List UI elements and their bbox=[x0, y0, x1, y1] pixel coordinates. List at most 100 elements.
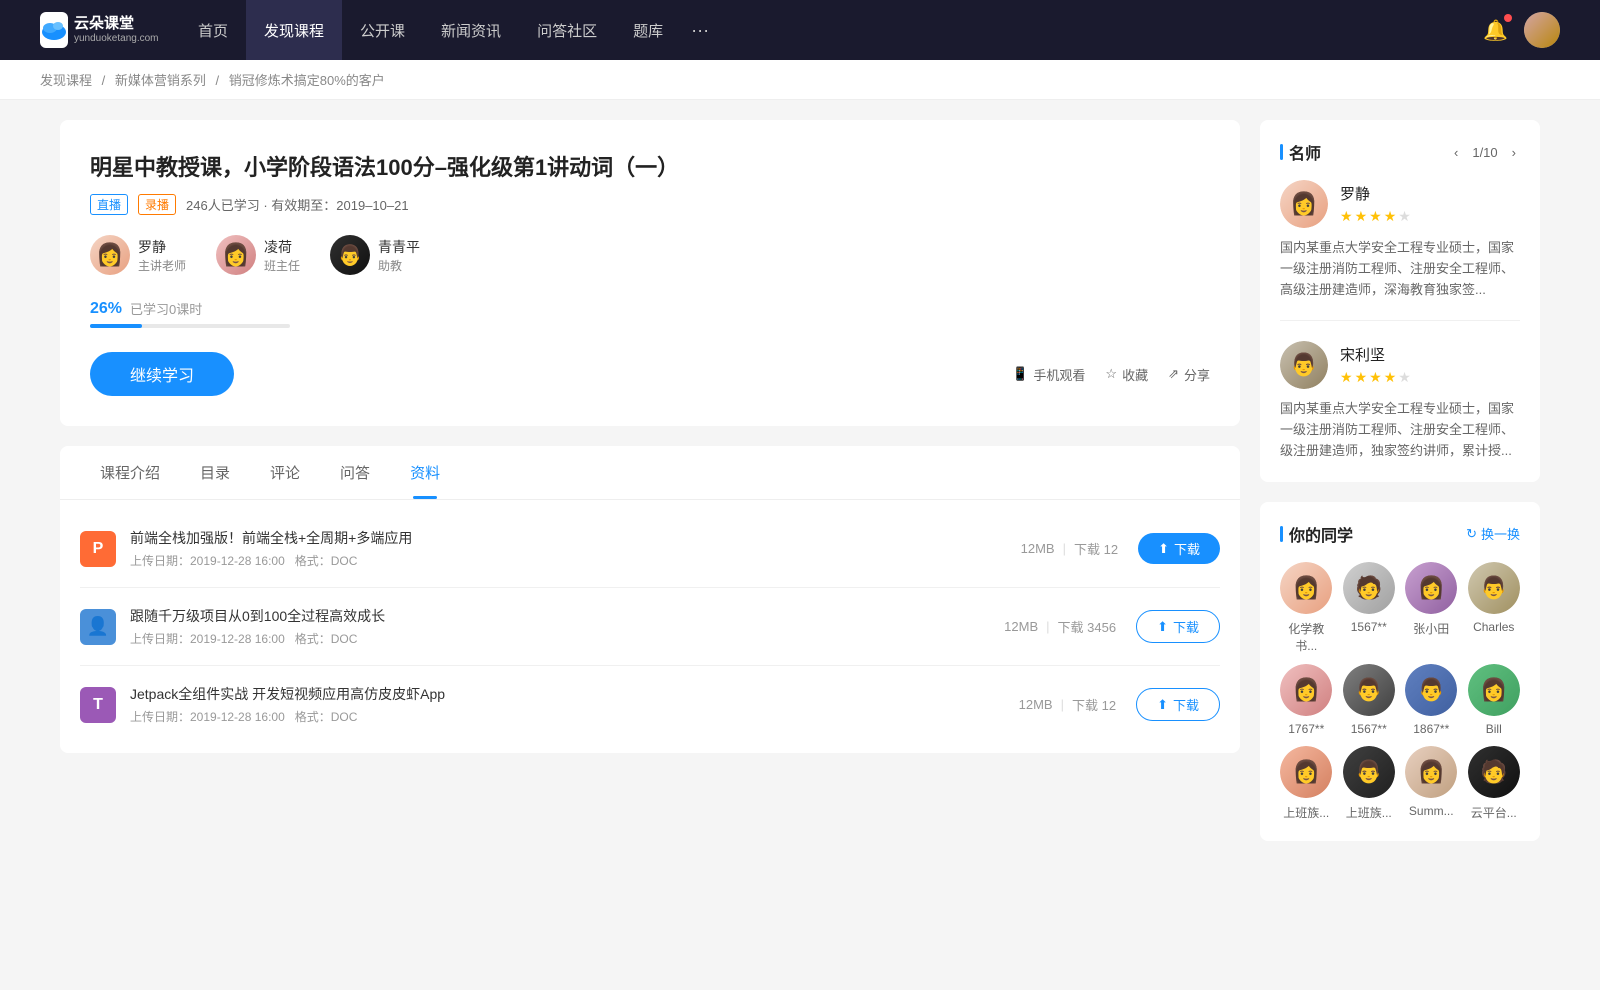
classmate-item[interactable]: 🧑 云平台... bbox=[1468, 746, 1521, 821]
resource-size-3: 12MB bbox=[1019, 697, 1053, 712]
logo[interactable]: 云朵课堂 yunduoketang.com bbox=[40, 10, 150, 50]
tab-intro[interactable]: 课程介绍 bbox=[80, 446, 180, 499]
progress-label: 已学习0课时 bbox=[130, 299, 202, 318]
resource-meta-1: 上传日期：2019-12-28 16:00 格式：DOC bbox=[130, 552, 1021, 569]
nav-qa[interactable]: 问答社区 bbox=[519, 0, 615, 60]
classmate-avatar-11: 🧑 bbox=[1468, 746, 1520, 798]
teacher-role-linhe: 班主任 bbox=[264, 257, 300, 274]
classmate-item[interactable]: 👩 化学教书... bbox=[1280, 562, 1333, 654]
download-button-1[interactable]: ⬆ 下载 bbox=[1138, 533, 1220, 564]
classmate-name-charles: Charles bbox=[1473, 620, 1514, 634]
teachers-pagination: ‹ 1/10 › bbox=[1450, 143, 1520, 162]
tag-live: 直播 bbox=[90, 194, 128, 215]
classmate-item[interactable]: 🧑 1567** bbox=[1343, 562, 1396, 654]
classmate-avatar-0: 👩 bbox=[1280, 562, 1332, 614]
left-content: 明星中教授课，小学阶段语法100分–强化级第1讲动词（一） 直播 录播 246人… bbox=[60, 120, 1240, 861]
breadcrumb-discover[interactable]: 发现课程 bbox=[40, 73, 92, 88]
resource-item: 👤 跟随千万级项目从0到100全过程高效成长 上传日期：2019-12-28 1… bbox=[80, 588, 1220, 666]
teacher-linhe: 👩 凌荷 班主任 bbox=[216, 235, 300, 275]
course-tabs: 课程介绍 目录 评论 问答 资料 bbox=[60, 446, 1240, 500]
classmate-item[interactable]: 👨 1867** bbox=[1405, 664, 1458, 736]
classmates-sidebar-card: 你的同学 ↻ 换一换 👩 化学教书... 🧑 1567** bbox=[1260, 502, 1540, 841]
favorite-link[interactable]: ☆ 收藏 bbox=[1105, 365, 1148, 384]
nav-home[interactable]: 首页 bbox=[180, 0, 246, 60]
course-card: 明星中教授课，小学阶段语法100分–强化级第1讲动词（一） 直播 录播 246人… bbox=[60, 120, 1240, 426]
sidebar-info-luojing: 罗静 ★ ★ ★ ★ ★ bbox=[1340, 183, 1411, 225]
classmate-item[interactable]: 👩 Bill bbox=[1468, 664, 1521, 736]
resource-stats-3: 12MB | 下载 12 bbox=[1019, 695, 1116, 714]
continue-learning-button[interactable]: 继续学习 bbox=[90, 352, 234, 396]
download-button-2[interactable]: ⬆ 下载 bbox=[1136, 610, 1220, 643]
classmate-item[interactable]: 👨 1567** bbox=[1343, 664, 1396, 736]
resource-details-1: 前端全栈加强版！前端全栈+全周期+多端应用 上传日期：2019-12-28 16… bbox=[130, 528, 1021, 569]
download-button-3[interactable]: ⬆ 下载 bbox=[1136, 688, 1220, 721]
user-avatar-header[interactable] bbox=[1524, 12, 1560, 48]
classmate-avatar-4: 👩 bbox=[1280, 664, 1332, 716]
download-icon-2: ⬆ bbox=[1157, 619, 1168, 635]
refresh-classmates-button[interactable]: ↻ 换一换 bbox=[1466, 524, 1520, 543]
sidebar-teacher-name-luojing: 罗静 bbox=[1340, 183, 1411, 204]
star-icon: ☆ bbox=[1105, 366, 1117, 382]
classmate-item[interactable]: 👩 张小田 bbox=[1405, 562, 1458, 654]
prev-teacher-btn[interactable]: ‹ bbox=[1450, 143, 1462, 162]
notification-bell[interactable]: 🔔 bbox=[1483, 18, 1508, 43]
breadcrumb-series[interactable]: 新媒体营销系列 bbox=[115, 73, 206, 88]
nav-news[interactable]: 新闻资讯 bbox=[423, 0, 519, 60]
logo-icon bbox=[40, 12, 68, 48]
tab-catalog[interactable]: 目录 bbox=[180, 446, 250, 499]
sidebar-teacher-songlijian: 👨 宋利坚 ★ ★ ★ ★ ★ 国内某重点大学安全工程专业硕士，国家一级注册消防… bbox=[1280, 341, 1520, 461]
logo-main: 云朵课堂 bbox=[74, 15, 159, 33]
stars-luojing: ★ ★ ★ ★ ★ bbox=[1340, 208, 1411, 225]
header: 云朵课堂 yunduoketang.com 首页 发现课程 公开课 新闻资讯 问… bbox=[0, 0, 1600, 60]
classmate-item[interactable]: 👨 上班族... bbox=[1343, 746, 1396, 821]
nav-more[interactable]: ··· bbox=[681, 0, 719, 60]
classmate-avatar-2: 👩 bbox=[1405, 562, 1457, 614]
next-teacher-btn[interactable]: › bbox=[1508, 143, 1520, 162]
nav-discover[interactable]: 发现课程 bbox=[246, 0, 342, 60]
nav-open[interactable]: 公开课 bbox=[342, 0, 423, 60]
share-link[interactable]: ⇗ 分享 bbox=[1168, 365, 1210, 384]
share-icon: ⇗ bbox=[1168, 366, 1179, 382]
resource-stats-1: 12MB | 下载 12 bbox=[1021, 539, 1118, 558]
sidebar-teacher-name-songlijian: 宋利坚 bbox=[1340, 344, 1411, 365]
resource-size-1: 12MB bbox=[1021, 541, 1055, 556]
classmate-avatar-3: 👨 bbox=[1468, 562, 1520, 614]
classmate-item[interactable]: 👩 上班族... bbox=[1280, 746, 1333, 821]
teacher-role-luojing: 主讲老师 bbox=[138, 257, 186, 274]
refresh-label: 换一换 bbox=[1481, 524, 1520, 543]
nav-quiz[interactable]: 题库 bbox=[615, 0, 681, 60]
download-icon-1: ⬆ bbox=[1158, 541, 1169, 557]
stars-songlijian: ★ ★ ★ ★ ★ bbox=[1340, 369, 1411, 386]
teacher-luojing: 👩 罗静 主讲老师 bbox=[90, 235, 186, 275]
sidebar-avatar-luojing: 👩 bbox=[1280, 180, 1328, 228]
classmate-name-6: 1867** bbox=[1413, 722, 1449, 736]
classmate-avatar-9: 👨 bbox=[1343, 746, 1395, 798]
classmate-name-11: 云平台... bbox=[1471, 804, 1517, 821]
sidebar-teacher-luojing: 👩 罗静 ★ ★ ★ ★ ★ 国内某重点大学安全工程专业硕士，国家一级注册消防工… bbox=[1280, 180, 1520, 321]
tab-qa[interactable]: 问答 bbox=[320, 446, 390, 499]
mobile-label: 手机观看 bbox=[1033, 365, 1085, 384]
teacher-avatar-qingping: 👨 bbox=[330, 235, 370, 275]
tab-review[interactable]: 评论 bbox=[250, 446, 320, 499]
mobile-view-link[interactable]: 📱 手机观看 bbox=[1012, 365, 1085, 384]
classmate-avatar-1: 🧑 bbox=[1343, 562, 1395, 614]
classmate-name-8: 上班族... bbox=[1283, 804, 1329, 821]
classmate-name-4: 1767** bbox=[1288, 722, 1324, 736]
resources-list: P 前端全栈加强版！前端全栈+全周期+多端应用 上传日期：2019-12-28 … bbox=[60, 500, 1240, 753]
classmate-item[interactable]: 👩 1767** bbox=[1280, 664, 1333, 736]
classmate-item[interactable]: 👨 Charles bbox=[1468, 562, 1521, 654]
classmate-name-0: 化学教书... bbox=[1280, 620, 1333, 654]
right-sidebar: 名师 ‹ 1/10 › 👩 罗静 ★ ★ bbox=[1260, 120, 1540, 861]
share-label: 分享 bbox=[1184, 365, 1210, 384]
favorite-label: 收藏 bbox=[1122, 365, 1148, 384]
tab-materials[interactable]: 资料 bbox=[390, 446, 460, 499]
notification-badge bbox=[1504, 14, 1512, 22]
course-actions: 继续学习 📱 手机观看 ☆ 收藏 ⇗ 分享 bbox=[90, 352, 1210, 396]
classmate-avatar-10: 👩 bbox=[1405, 746, 1457, 798]
resource-downloads-2: 下载 3456 bbox=[1058, 617, 1117, 636]
download-icon-3: ⬆ bbox=[1157, 697, 1168, 713]
resource-downloads-1: 下载 12 bbox=[1074, 539, 1118, 558]
classmate-item[interactable]: 👩 Summ... bbox=[1405, 746, 1458, 821]
teacher-name-luojing: 罗静 bbox=[138, 237, 186, 257]
course-meta: 直播 录播 246人已学习 · 有效期至：2019–10–21 bbox=[90, 194, 1210, 215]
